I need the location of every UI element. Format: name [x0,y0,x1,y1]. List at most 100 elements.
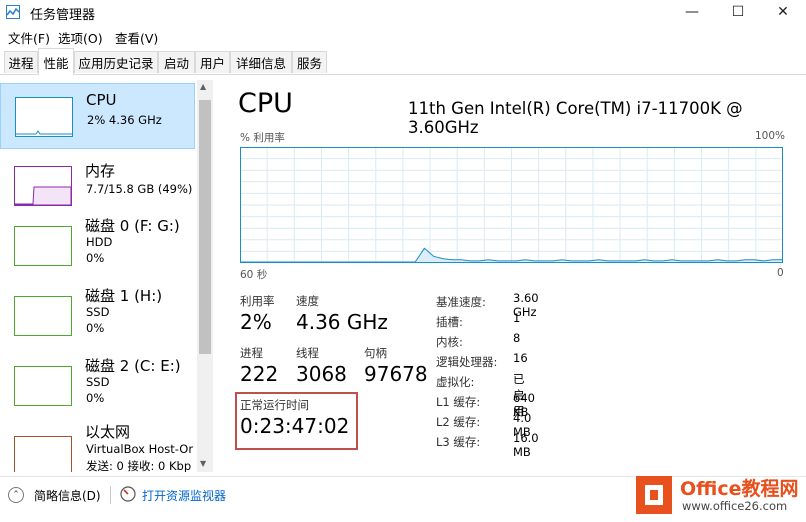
disk-0-mini-graph [14,226,72,266]
sidebar-item-label: 磁盘 0 (F: G:) [85,217,180,235]
threads-value: 3068 [296,362,347,386]
sidebar-item-adapter: VirtualBox Host-Or [86,442,194,456]
sidebar-item-usage: 0% [86,391,105,405]
detail-key: L1 缓存: [436,395,481,409]
memory-mini-graph [14,166,72,206]
detail-value: 8 [513,331,521,345]
utilization-label: 利用率 [240,294,275,308]
detail-key: 插槽: [436,315,463,329]
uptime-label: 正常运行时间 [240,398,309,412]
sidebar-item-disk-0[interactable]: 磁盘 0 (F: G:) HDD 0% [0,213,195,279]
window-title: 任务管理器 [30,8,96,23]
ethernet-mini-graph [14,436,72,472]
handles-value: 97678 [364,362,428,386]
cpu-details: 基准速度: 3.60 GHz 插槽: 1 内核: 8 逻辑处理器: 16 虚拟化: 已启用… [436,291,539,459]
detail-key: 逻辑处理器: [436,355,498,369]
detail-row: 虚拟化: 已启用 [436,371,525,418]
sidebar-item-usage: 0% [86,321,105,335]
sidebar-item-disk-1[interactable]: 磁盘 1 (H:) SSD 0% [0,283,195,349]
resource-monitor-icon [120,486,136,502]
detail-key: 内核: [436,335,463,349]
menu-bar: 文件(F) 选项(O) 查看(V) [0,26,806,46]
disk-2-mini-graph [14,366,72,406]
disk-1-mini-graph [14,296,72,336]
sidebar-item-detail: 2% 4.36 GHz [87,113,162,127]
sidebar-item-detail: 7.7/15.8 GB (49%) [86,182,193,196]
detail-value: 16.0 MB [513,431,539,459]
cpu-model: 11th Gen Intel(R) Core(TM) i7-11700K @ 3… [408,99,743,137]
menu-view[interactable]: 查看(V) [115,28,158,47]
detail-key: 基准速度: [436,295,486,309]
minimize-button[interactable]: — [669,0,715,24]
open-resource-monitor-link[interactable]: 打开资源监视器 [142,487,226,504]
watermark-url: www.office26.com [682,499,788,513]
tab-performance[interactable]: 性能 [38,48,74,75]
maximize-button[interactable]: ☐ [715,0,761,24]
detail-row: L2 缓存: 4.0 MB [436,411,531,439]
divider [110,486,111,504]
cpu-utilization-graph [240,147,783,263]
close-button[interactable]: ✕ [760,0,806,24]
detail-key: L2 缓存: [436,415,481,429]
speed-label: 速度 [296,294,319,308]
tab-users[interactable]: 用户 [195,51,230,73]
sidebar-item-memory[interactable]: 内存 7.7/15.8 GB (49%) [0,153,195,219]
minimize-icon: — [685,4,699,20]
detail-value: 16 [513,351,528,365]
close-icon: ✕ [777,4,789,20]
sidebar-item-label: CPU [86,91,117,109]
sidebar-item-type: SSD [86,305,110,319]
detail-row: L1 缓存: 640 KB [436,391,535,419]
sidebar-item-type: HDD [86,235,113,249]
detail-row: 逻辑处理器: 16 [436,351,528,371]
uptime-value: 0:23:47:02 [240,414,350,438]
fewer-details-link[interactable]: 简略信息(D) [34,487,101,504]
speed-value: 4.36 GHz [296,310,388,334]
tab-startup[interactable]: 启动 [158,51,195,73]
cpu-mini-graph [15,97,73,137]
sidebar-item-label: 内存 [85,162,116,180]
scroll-up-icon[interactable]: ▲ [200,82,206,91]
resource-list: CPU 2% 4.36 GHz 内存 7.7/15.8 GB (49%) 磁盘 … [0,80,213,472]
chevron-up-icon[interactable]: ⌃ [8,487,24,503]
office-logo-icon [636,476,672,514]
menu-file[interactable]: 文件(F) [8,28,50,47]
detail-key: L3 缓存: [436,435,481,449]
page-title: CPU [238,88,293,119]
handles-label: 句柄 [364,346,387,360]
sidebar-item-disk-2[interactable]: 磁盘 2 (C: E:) SSD 0% [0,353,195,419]
sidebar-item-cpu[interactable]: CPU 2% 4.36 GHz [0,83,195,149]
graph-xright: 0 [777,267,784,279]
graph-ylabel: % 利用率 [240,132,285,144]
detail-key: 虚拟化: [436,375,475,389]
maximize-icon: ☐ [731,4,745,20]
utilization-value: 2% [240,310,272,334]
sidebar-item-label: 磁盘 2 (C: E:) [85,357,181,375]
detail-value: 1 [513,311,521,325]
detail-row: 内核: 8 [436,331,520,351]
tab-services[interactable]: 服务 [292,51,327,73]
sidebar-item-type: SSD [86,375,110,389]
detail-row: L3 缓存: 16.0 MB [436,431,539,459]
sidebar-item-label: 以太网 [85,423,131,441]
watermark-brand: Office教程网 [680,478,799,500]
tab-app-history[interactable]: 应用历史记录 [74,51,158,73]
scrollbar-thumb[interactable] [199,100,211,354]
sidebar-item-label: 磁盘 1 (H:) [85,287,163,305]
processes-value: 222 [240,362,279,386]
tab-processes[interactable]: 进程 [4,51,38,73]
graph-ymax: 100% [755,130,786,142]
sidebar-item-ethernet[interactable]: 以太网 VirtualBox Host-Or 发送: 0 接收: 0 Kbp [0,423,195,472]
threads-label: 线程 [296,346,319,360]
graph-xleft: 60 秒 [240,269,268,281]
tab-details[interactable]: 详细信息 [230,51,292,73]
task-manager-icon [6,5,20,19]
detail-row: 插槽: 1 [436,311,520,331]
processes-label: 进程 [240,346,263,360]
title-bar[interactable]: 任务管理器 — ☐ ✕ [0,0,806,24]
sidebar-item-usage: 0% [86,251,105,265]
menu-options[interactable]: 选项(O) [58,28,103,47]
scroll-down-icon[interactable]: ▼ [200,459,206,468]
watermark-logo: Office教程网 www.office26.com [632,468,806,521]
tab-bar: 进程 性能 应用历史记录 启动 用户 详细信息 服务 [0,48,806,75]
